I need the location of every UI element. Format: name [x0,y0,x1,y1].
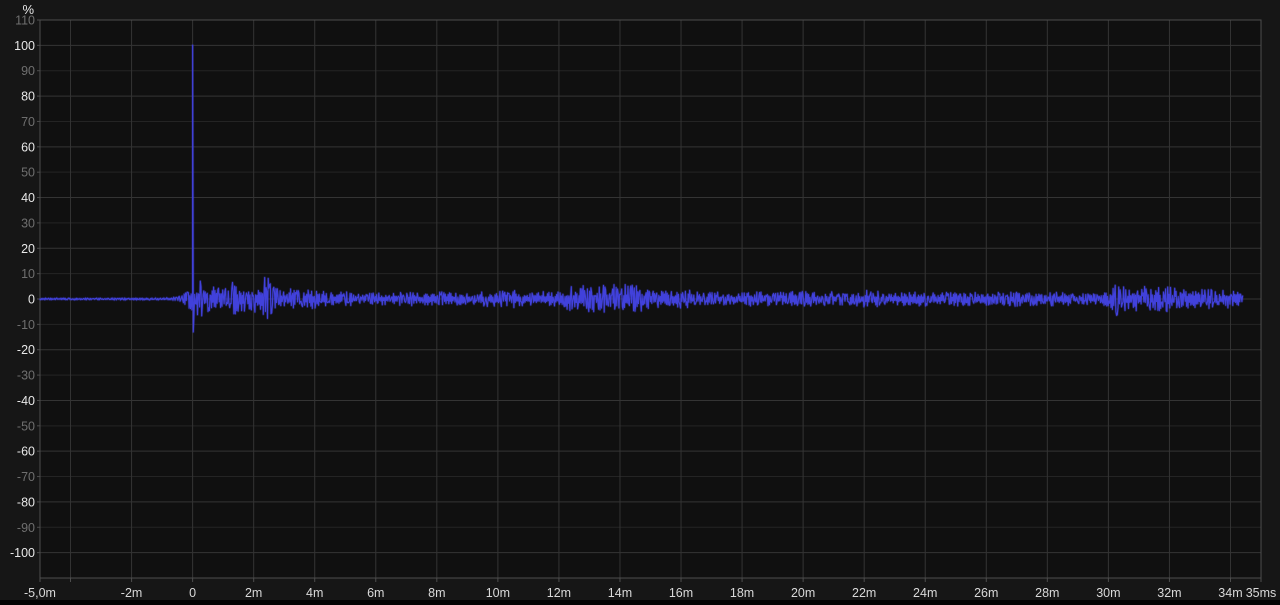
x-tick-label: 35ms [1246,586,1277,600]
x-tick-label: 2m [245,586,262,600]
y-tick-label: -20 [17,343,35,357]
waveform-app-window: % 110 100 90 80 70 60 50 40 30 20 10 0 -10 -20 -30 -40-… [0,0,1280,605]
x-tick-label: 8m [428,586,445,600]
x-tick-label: 18m [730,586,754,600]
window-bottom-edge [0,600,1280,605]
y-tick-label: 60 [21,140,35,154]
x-tick-label: 34m [1218,586,1242,600]
y-tick-label: 70 [21,115,35,129]
x-tick-label: 6m [367,586,384,600]
x-tick-label: 16m [669,586,693,600]
y-tick-label: -90 [17,521,35,535]
y-tick-label: 40 [21,191,35,205]
y-tick-label: 20 [21,242,35,256]
y-tick-label: -80 [17,495,35,509]
y-tick-label: -10 [17,318,35,332]
y-tick-label: -60 [17,445,35,459]
y-tick-label: 30 [21,216,35,230]
impulse-response-chart: % 1101009080706050403020100-10-20-30-40-… [10,2,1276,600]
x-tick-label: 14m [608,586,632,600]
y-tick-label: -50 [17,419,35,433]
y-tick-label: -30 [17,369,35,383]
x-axis-tick-labels: -5,0m -2m 0 2m 4m 6m 8m 10m 12m 14m 16m 18m 20m 22m 24… [24,586,1276,600]
x-tick-label: -2m [121,586,143,600]
x-tick-label: 4m [306,586,323,600]
y-tick-label: 100 [14,39,35,53]
y-tick-label: 50 [21,166,35,180]
x-tick-label: 22m [852,586,876,600]
y-axis-tick-labels: 1101009080706050403020100-10-20-30-40-50… [10,14,35,561]
x-tick-label: 32m [1157,586,1181,600]
x-tick-label: 30m [1096,586,1120,600]
x-tick-label: 10m [486,586,510,600]
y-tick-label: -70 [17,470,35,484]
x-tick-label: 0 [189,586,196,600]
y-tick-label: 80 [21,90,35,104]
x-tick-label: -5,0m [24,586,56,600]
x-tick-label: 26m [974,586,998,600]
x-tick-label: 28m [1035,586,1059,600]
x-tick-label: 20m [791,586,815,600]
x-tick-label: 12m [547,586,571,600]
y-tick-label: -40 [17,394,35,408]
x-tick-label: 24m [913,586,937,600]
y-tick-label: 10 [21,267,35,281]
y-tick-label: 0 [28,293,35,307]
y-tick-label: -100 [10,546,35,560]
y-tick-label: 110 [15,14,35,28]
y-tick-label: 90 [21,64,35,78]
